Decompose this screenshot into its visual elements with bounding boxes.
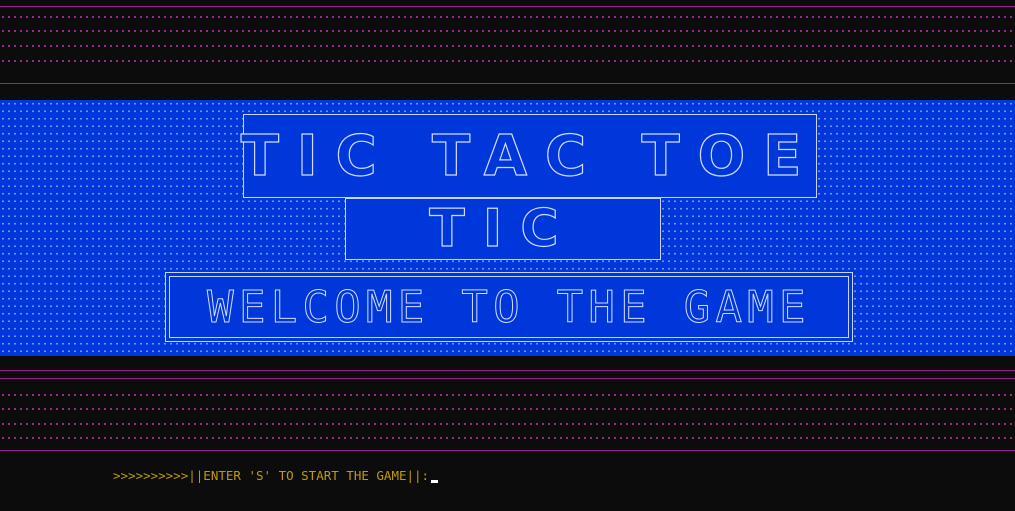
game-console: TIC TAC TOE TIC WELCOME TO THE GAME >>>>… [0,0,1015,511]
text-cursor [431,480,439,483]
top-dotted-band [0,0,1015,92]
title-art-line2: TIC [429,198,577,259]
welcome-art-text: WELCOME TO THE GAME [207,281,811,333]
title-art-line1: TIC TAC TOE [240,123,820,189]
start-game-prompt-text: >>>>>>>>>>||ENTER 'S' TO START THE GAME|… [113,468,430,483]
bottom-dotted-band [0,360,1015,455]
title-banner: TIC TAC TOE TIC WELCOME TO THE GAME [0,100,1015,356]
start-game-prompt[interactable]: >>>>>>>>>>||ENTER 'S' TO START THE GAME|… [113,468,439,483]
